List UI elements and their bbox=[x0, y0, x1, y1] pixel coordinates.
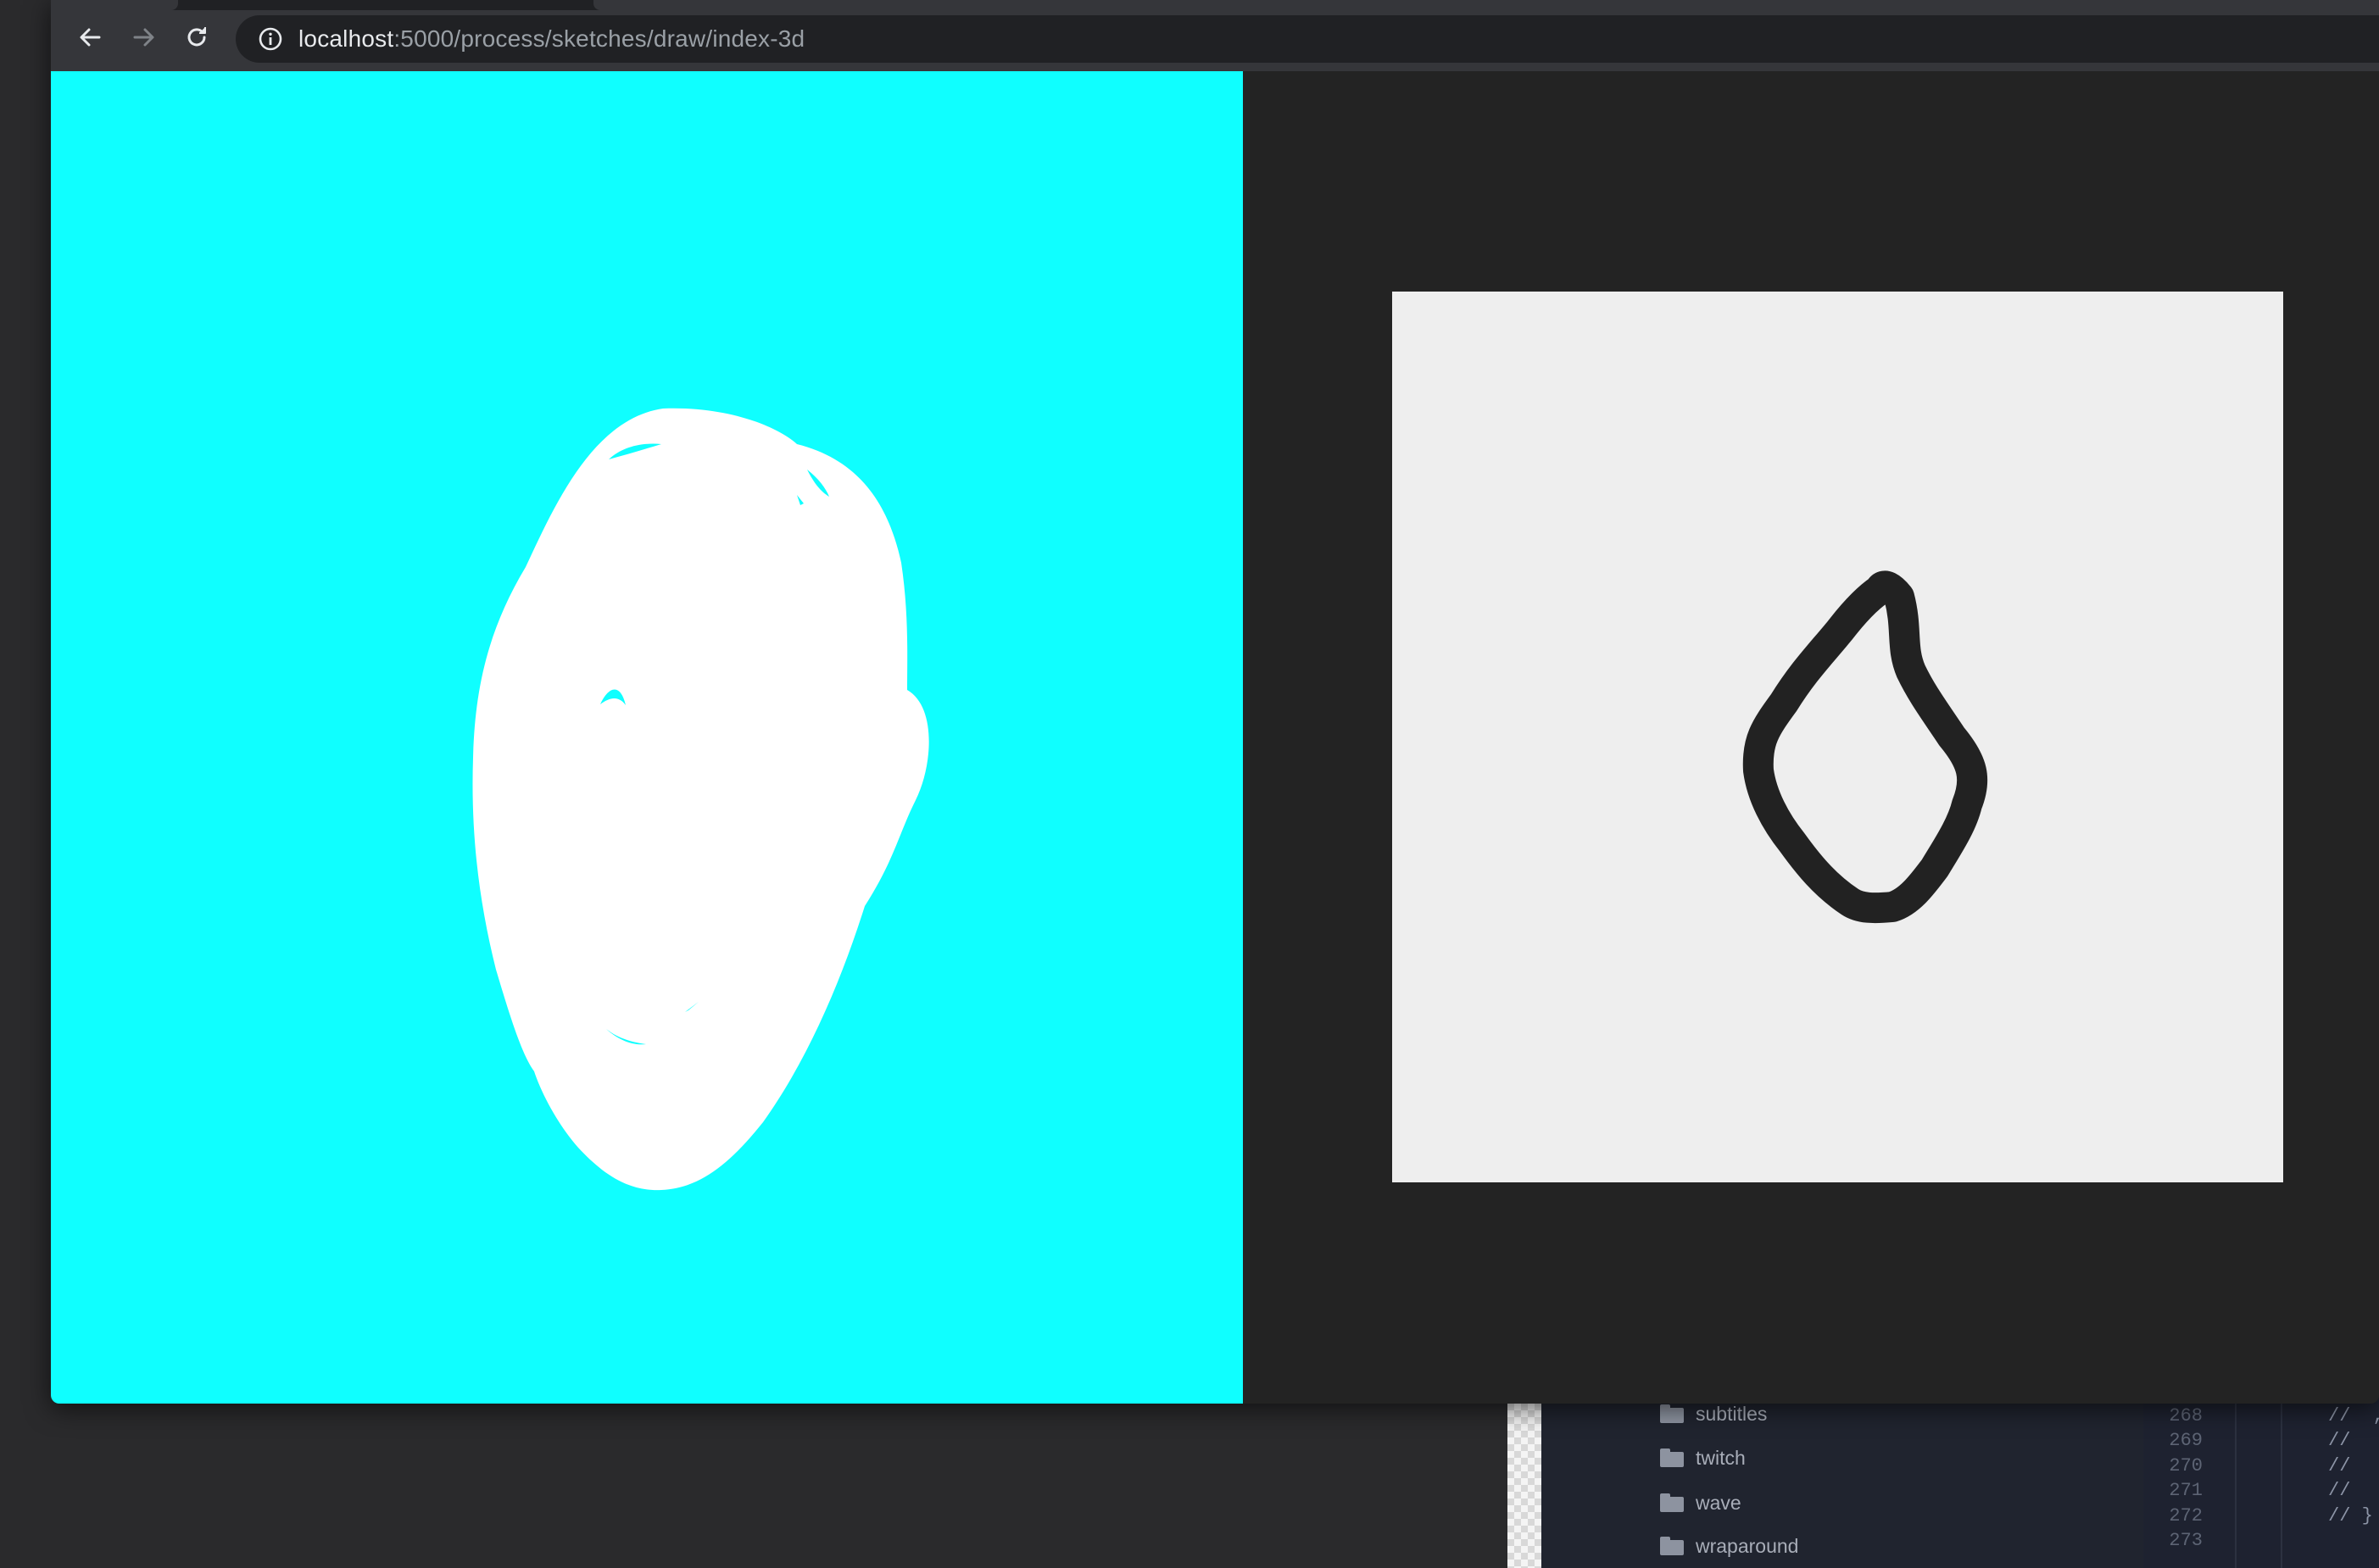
reload-button[interactable] bbox=[178, 19, 215, 56]
tab-strip bbox=[51, 0, 2379, 10]
tab[interactable] bbox=[593, 0, 2379, 10]
tree-item-wraparound[interactable]: wraparound bbox=[1660, 1529, 1798, 1563]
url-text: localhost:5000/process/sketches/draw/ind… bbox=[298, 25, 805, 53]
line-number: 271 bbox=[2169, 1480, 2203, 1501]
line-number-gutter: 267 268 269 270 271 272 273 bbox=[2143, 1390, 2211, 1568]
line-number: 272 bbox=[2169, 1505, 2203, 1526]
folder-icon bbox=[1660, 1537, 1684, 1555]
tab[interactable] bbox=[51, 0, 178, 10]
tree-item-label: wave bbox=[1696, 1491, 1741, 1514]
gutter-divider bbox=[2281, 1390, 2282, 1568]
code-area[interactable]: // // , // // // // } bbox=[2328, 1390, 2379, 1568]
code-line: // bbox=[2328, 1480, 2373, 1501]
drawn-stroke bbox=[1742, 570, 1988, 924]
url-host: localhost bbox=[298, 25, 394, 52]
code-line: // } bbox=[2328, 1505, 2373, 1526]
forward-button[interactable] bbox=[125, 19, 163, 56]
arrow-left-icon bbox=[80, 28, 101, 47]
tree-item-label: twitch bbox=[1696, 1446, 1746, 1469]
code-line: // bbox=[2328, 1430, 2351, 1451]
page-content bbox=[51, 71, 2379, 1404]
background-code-editor: subtitles twitch wave wraparound 267 268… bbox=[1507, 1390, 2379, 1568]
address-bar[interactable]: localhost:5000/process/sketches/draw/ind… bbox=[236, 15, 2379, 63]
folder-icon bbox=[1660, 1448, 1684, 1467]
transparency-checker bbox=[1507, 1390, 1541, 1568]
folder-icon bbox=[1660, 1404, 1684, 1423]
tree-item-label: wraparound bbox=[1696, 1534, 1799, 1557]
code-line: // bbox=[2328, 1455, 2373, 1476]
browser-toolbar: localhost:5000/process/sketches/draw/ind… bbox=[51, 0, 2379, 71]
folder-icon bbox=[1660, 1493, 1684, 1512]
url-path: :5000/process/sketches/draw/index-3d bbox=[393, 25, 805, 52]
tree-item-twitch[interactable]: twitch bbox=[1660, 1441, 1746, 1475]
file-tree: subtitles twitch wave wraparound bbox=[1541, 1390, 2143, 1568]
drawing-canvas-2d[interactable] bbox=[1392, 292, 2283, 1182]
render-canvas-3d[interactable] bbox=[51, 71, 1243, 1404]
info-icon[interactable] bbox=[258, 26, 283, 52]
blob-shape bbox=[472, 408, 929, 1191]
line-number: 270 bbox=[2169, 1455, 2203, 1476]
arrow-right-icon bbox=[133, 28, 154, 47]
reload-icon bbox=[187, 27, 206, 47]
back-button[interactable] bbox=[71, 19, 109, 56]
line-number: 273 bbox=[2169, 1530, 2203, 1551]
code-line: // , bbox=[2328, 1405, 2379, 1426]
tree-item-label: subtitles bbox=[1696, 1402, 1768, 1425]
gutter-divider bbox=[2235, 1390, 2237, 1568]
line-number: 268 bbox=[2169, 1405, 2203, 1426]
browser-window: localhost:5000/process/sketches/draw/ind… bbox=[51, 0, 2379, 1404]
line-number: 269 bbox=[2169, 1430, 2203, 1451]
tree-item-wave[interactable]: wave bbox=[1660, 1486, 1741, 1520]
